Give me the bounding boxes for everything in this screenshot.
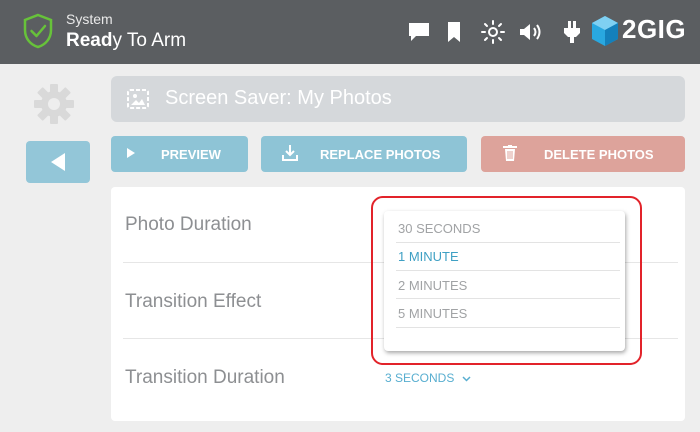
gear-icon[interactable]: [33, 83, 75, 125]
2gig-logo-icon: [592, 16, 618, 46]
back-arrow-icon: [51, 153, 65, 171]
arm-status: Ready To Arm: [66, 30, 187, 51]
message-icon[interactable]: [407, 20, 431, 44]
transition-duration-select[interactable]: 3 SECONDS: [385, 371, 471, 385]
replace-photos-label: REPLACE PHOTOS: [320, 147, 441, 162]
transition-duration-label: Transition Duration: [125, 367, 285, 388]
delete-photos-button[interactable]: DELETE PHOTOS: [481, 136, 685, 172]
screen-title-bar: Screen Saver: My Photos: [111, 76, 685, 122]
preview-label: PREVIEW: [161, 147, 221, 162]
bookmark-icon[interactable]: [446, 20, 462, 44]
back-button[interactable]: [26, 141, 90, 183]
download-icon: [282, 145, 298, 161]
transition-effect-label: Transition Effect: [125, 291, 262, 312]
trash-icon: [503, 145, 517, 161]
play-icon: [127, 148, 135, 158]
replace-photos-button[interactable]: REPLACE PHOTOS: [261, 136, 467, 172]
system-label: System: [66, 11, 113, 27]
highlight-frame: [371, 196, 642, 365]
volume-icon[interactable]: [518, 20, 544, 44]
transition-duration-value: 3 SECONDS: [385, 371, 455, 385]
status-bar: System Ready To Arm 2GIG: [0, 0, 700, 64]
page-title: Screen Saver: My Photos: [165, 87, 392, 109]
delete-photos-label: DELETE PHOTOS: [544, 147, 654, 162]
photo-duration-label: Photo Duration: [125, 214, 252, 235]
image-icon: [127, 89, 149, 109]
brightness-icon[interactable]: [481, 20, 505, 44]
power-plug-icon[interactable]: [562, 20, 582, 44]
brand-name: 2GIG: [622, 14, 687, 44]
chevron-down-icon: [462, 376, 471, 382]
preview-button[interactable]: PREVIEW: [111, 136, 248, 172]
shield-check-icon: [23, 13, 53, 49]
